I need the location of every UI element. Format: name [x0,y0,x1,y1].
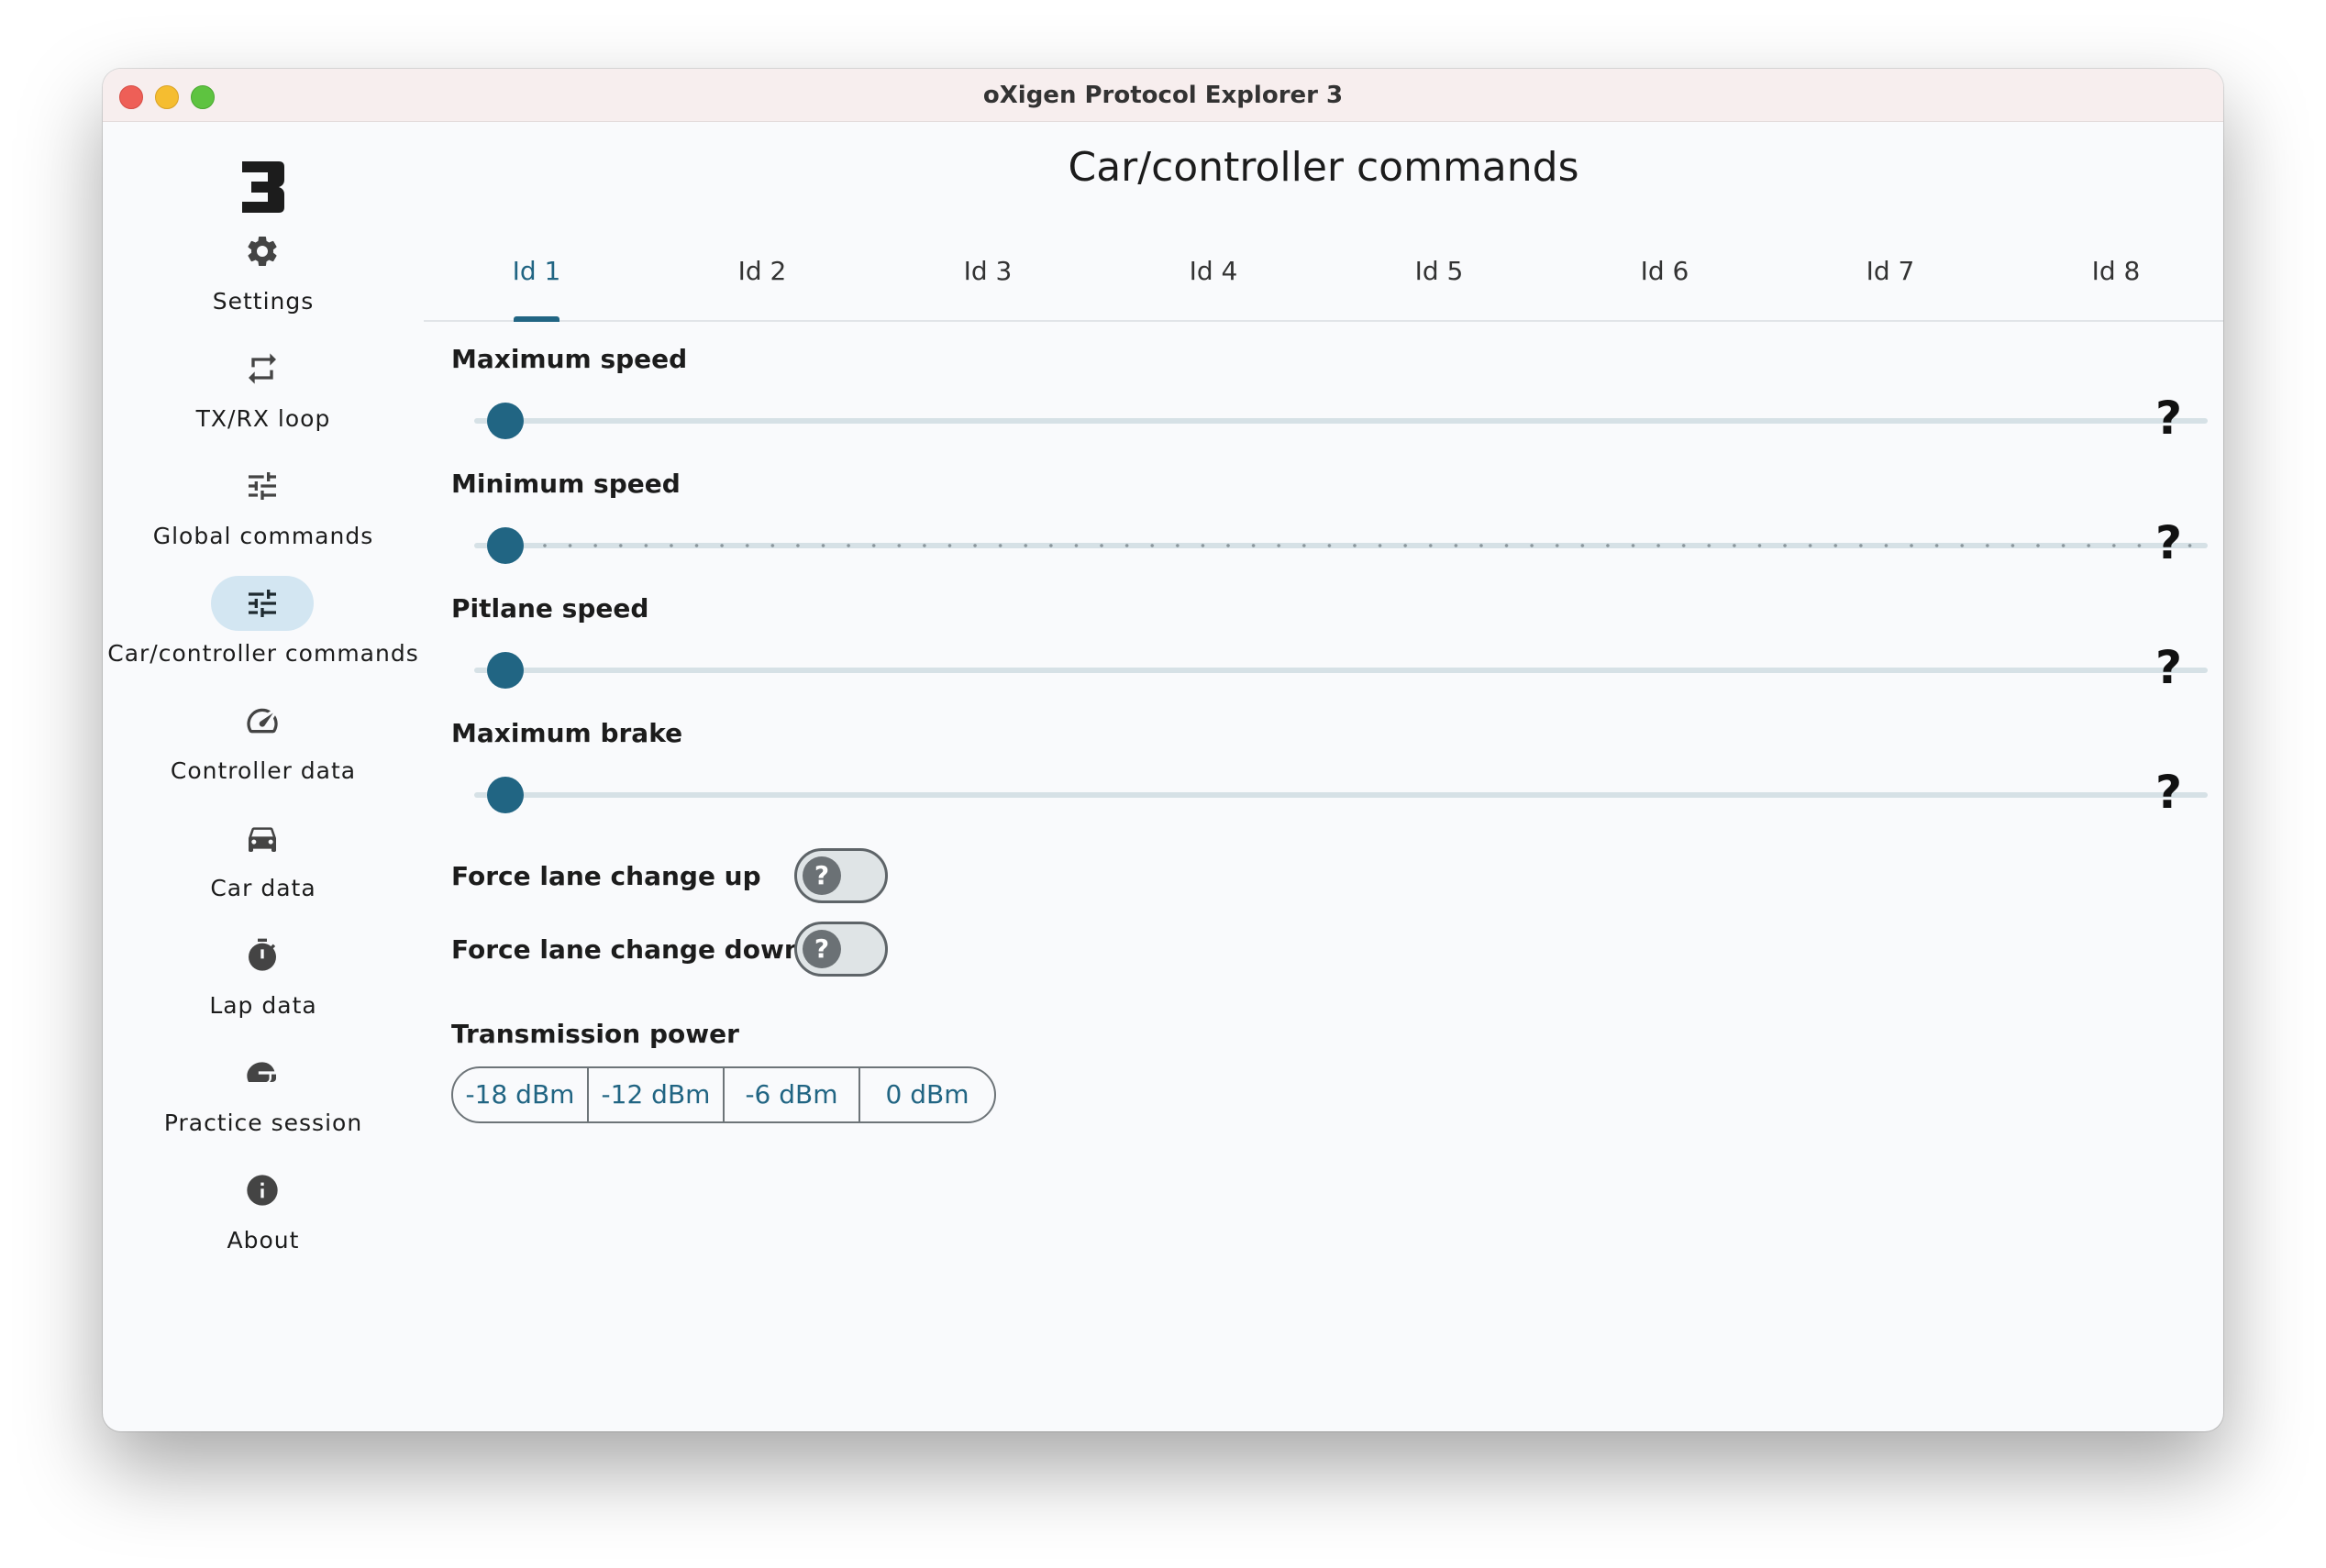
sidebar-item-settings[interactable]: Settings [103,224,424,325]
tab-id-2[interactable]: Id 2 [649,243,875,320]
app-logo [238,158,286,216]
minimum-speed-slider[interactable] [474,525,2208,566]
slider-thumb[interactable] [487,777,524,813]
minimum-speed-label: Minimum speed [451,469,681,499]
helmet-icon [247,1062,276,1082]
slider-thumb[interactable] [487,403,524,439]
transmission-power-label: Transmission power [451,1019,739,1049]
speedometer-icon [247,708,278,734]
repeat-icon [249,353,276,384]
toggle-knob: ? [803,930,841,968]
info-icon [247,1175,278,1206]
sidebar: Settings TX/RX loop Global commands Car/… [103,121,424,1431]
pitlane-speed-slider[interactable] [474,650,2208,690]
sidebar-item-label: Lap data [209,992,317,1019]
power-option-minus-12-dbm[interactable]: -12 dBm [589,1068,725,1121]
sidebar-item-lap-data[interactable]: Lap data [103,928,424,1029]
maximum-brake-slider[interactable] [474,775,2208,815]
sidebar-item-tx-rx-loop[interactable]: TX/RX loop [103,341,424,442]
tab-id-5[interactable]: Id 5 [1326,243,1552,320]
id-tabs: Id 1 Id 2 Id 3 Id 4 Id 5 Id 6 Id 7 Id 8 [424,243,2223,322]
tab-id-8[interactable]: Id 8 [2003,243,2223,320]
power-option-minus-18-dbm[interactable]: -18 dBm [453,1068,589,1121]
sidebar-item-practice-session[interactable]: Practice session [103,1045,424,1146]
minimum-speed-help-button[interactable]: ? [2155,516,2182,569]
power-option-0-dbm[interactable]: 0 dBm [860,1068,994,1121]
tab-id-7[interactable]: Id 7 [1778,243,2003,320]
force-lane-change-down-label: Force lane change down [451,934,803,965]
tune-icon [249,590,276,617]
sidebar-item-car-controller-commands[interactable]: Car/controller commands [103,576,424,677]
sidebar-item-controller-data[interactable]: Controller data [103,693,424,794]
car-icon [249,827,276,852]
sidebar-item-global-commands[interactable]: Global commands [103,458,424,559]
sidebar-item-label: About [227,1227,300,1253]
logo-3-icon [242,161,284,213]
maximum-speed-label: Maximum speed [451,344,688,374]
maximum-brake-help-button[interactable]: ? [2155,766,2182,819]
sidebar-item-car-data[interactable]: Car data [103,811,424,911]
slider-thumb[interactable] [487,527,524,564]
sidebar-item-label: TX/RX loop [195,405,331,432]
stopwatch-icon [249,938,276,971]
app-window: oXigen Protocol Explorer 3 Settings TX/R… [103,69,2223,1431]
page-title: Car/controller commands [1068,144,1579,191]
tab-id-6[interactable]: Id 6 [1552,243,1778,320]
force-lane-change-down-toggle[interactable]: ? [794,922,888,977]
maximum-brake-label: Maximum brake [451,718,683,748]
slider-thumb[interactable] [487,652,524,689]
force-lane-change-up-label: Force lane change up [451,861,761,891]
maximum-speed-slider[interactable] [474,401,2208,441]
sidebar-item-about[interactable]: About [103,1163,424,1264]
gear-icon [248,236,277,266]
tune-icon [249,472,276,500]
sidebar-item-label: Practice session [163,1110,363,1136]
tab-active-indicator [514,316,559,322]
pitlane-speed-help-button[interactable]: ? [2155,641,2182,694]
pitlane-speed-label: Pitlane speed [451,593,649,624]
sidebar-item-label: Controller data [170,757,357,784]
toggle-knob: ? [803,856,841,895]
sidebar-item-label: Global commands [152,523,374,549]
sidebar-item-label: Settings [212,288,315,315]
power-option-minus-6-dbm[interactable]: -6 dBm [725,1068,860,1121]
title-bar: oXigen Protocol Explorer 3 [103,69,2223,122]
force-lane-change-up-toggle[interactable]: ? [794,848,888,903]
tab-id-4[interactable]: Id 4 [1101,243,1326,320]
maximum-speed-help-button[interactable]: ? [2155,392,2182,445]
window-title: oXigen Protocol Explorer 3 [982,82,1344,109]
sidebar-item-label: Car/controller commands [107,640,419,667]
tab-id-1[interactable]: Id 1 [424,243,649,322]
tab-id-3[interactable]: Id 3 [875,243,1101,320]
sidebar-item-label: Car data [210,875,316,901]
transmission-power-selector: -18 dBm -12 dBm -6 dBm 0 dBm [451,1066,996,1123]
